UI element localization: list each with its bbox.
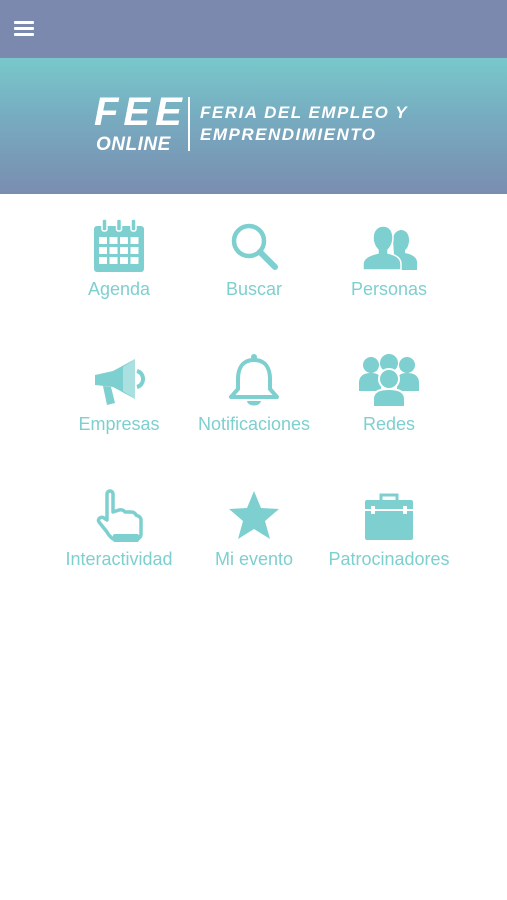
tagline-line-1: FERIA DEL EMPLEO Y xyxy=(200,103,409,122)
fee-online-logo: FEE ONLINE FERIA DEL EMPLEO Y EMPRENDIMI… xyxy=(94,92,434,162)
menu-item-personas[interactable]: Personas xyxy=(314,216,464,316)
calendar-icon xyxy=(89,216,149,276)
menu-item-agenda[interactable]: Agenda xyxy=(44,216,194,316)
logo-sub-text: ONLINE xyxy=(96,134,171,155)
menu-item-label: Patrocinadores xyxy=(328,549,450,569)
menu-item-patrocinadores[interactable]: Patrocinadores xyxy=(314,486,464,586)
star-icon xyxy=(224,486,284,546)
top-app-bar xyxy=(0,0,507,58)
pointing-hand-icon xyxy=(89,486,149,546)
megaphone-icon xyxy=(89,351,149,411)
logo-tagline: FERIA DEL EMPLEO Y EMPRENDIMIENTO xyxy=(200,102,408,146)
menu-item-buscar[interactable]: Buscar xyxy=(179,216,329,316)
header-banner: FEE ONLINE FERIA DEL EMPLEO Y EMPRENDIMI… xyxy=(0,58,507,194)
menu-item-interactividad[interactable]: Interactividad xyxy=(44,486,194,586)
menu-item-mi-evento[interactable]: Mi evento xyxy=(179,486,329,586)
menu-item-label: Personas xyxy=(350,279,428,299)
group-icon xyxy=(359,351,419,411)
search-icon xyxy=(224,216,284,276)
menu-item-empresas[interactable]: Empresas xyxy=(44,351,194,451)
menu-item-redes[interactable]: Redes xyxy=(314,351,464,451)
logo-main-text: FEE xyxy=(94,90,187,134)
menu-item-notificaciones[interactable]: Notificaciones xyxy=(179,351,329,451)
menu-item-label: Redes xyxy=(362,414,416,434)
logo-divider xyxy=(188,97,190,151)
people-icon xyxy=(359,216,419,276)
tagline-line-2: EMPRENDIMIENTO xyxy=(200,125,377,144)
bell-icon xyxy=(224,351,284,411)
hamburger-menu-icon[interactable] xyxy=(12,16,38,42)
briefcase-icon xyxy=(359,486,419,546)
